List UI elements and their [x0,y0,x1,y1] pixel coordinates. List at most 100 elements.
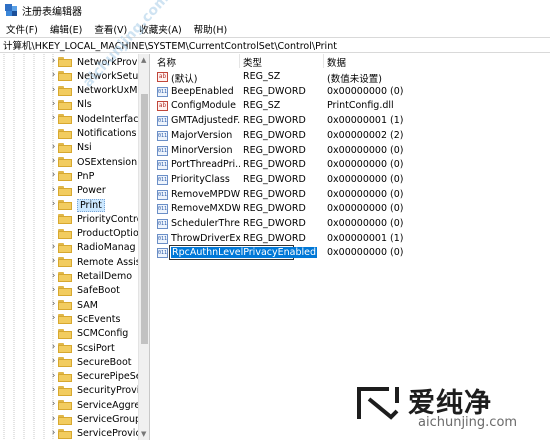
tree-item[interactable]: Print [58,198,144,212]
tree-expand-icon[interactable]: › [49,99,58,109]
value-data: 0x00000000 (0) [327,173,404,185]
value-row[interactable]: 011SchedulerThre...REG_DWORD 0x00000000 (… [151,217,550,232]
tree-expand-icon[interactable]: › [49,428,58,438]
value-row[interactable]: 011 RpcAuthnLevelPrivacyEnabled 0x00000000… [151,245,550,261]
value-name: RemoveMPDW [171,188,240,200]
tree-item[interactable]: SecurePipeSe [58,370,144,384]
tree-item[interactable]: ServiceAggre [58,398,144,412]
title-bar: 注册表编辑器 [0,0,550,20]
value-type: REG_DWORD [243,115,306,127]
tree-expand-icon[interactable]: › [49,142,58,152]
tree-item[interactable]: PnP [58,169,144,183]
binary-value-icon: 011 [157,116,168,127]
tree-item[interactable]: Notifications [58,127,144,141]
value-name: MinorVersion [171,144,233,156]
tree-expand-icon[interactable]: › [49,343,58,352]
tree-expand-icon[interactable]: › [49,271,58,281]
tree-item-label: ServiceProvic [77,428,141,440]
tree-item-label: SCMConfig [77,328,129,340]
tree-expand-icon[interactable]: › [49,114,58,123]
tree-item-label: SAM [77,299,98,311]
value-type: REG_DWORD [243,218,306,229]
tree-item[interactable]: RetailDemo [58,270,144,284]
tree-expand-icon[interactable]: › [49,357,58,366]
tree-item[interactable]: ScEvents [58,312,144,326]
tree-expand-icon[interactable]: › [49,400,58,409]
value-row[interactable]: ab (默认) REG_SZ (数值未设置) [151,70,550,85]
scroll-up-icon[interactable]: ▲ [141,56,146,64]
tree-expand-icon[interactable]: › [49,314,58,323]
tree-item-label: RadioManag [77,242,136,254]
folder-icon [58,414,72,425]
tree-item[interactable]: ScsiPort [58,341,144,355]
tree-expand-icon[interactable]: › [49,157,58,166]
tree-item[interactable]: SecureBoot [58,355,144,369]
rename-input[interactable]: RpcAuthnLevelPrivacyEnabled [169,245,318,261]
value-row[interactable]: 011 GMTAdjustedF... REG_DWORD 0x00000001 (1… [151,114,550,129]
tree-item[interactable]: Nsi [58,141,144,155]
column-name-header[interactable]: 名称 [157,55,176,69]
tree-expand-icon[interactable]: › [49,414,58,424]
tree-item[interactable]: Nls [58,98,144,112]
tree-expand-icon[interactable]: › [49,385,58,395]
tree-item[interactable]: ServiceProvic [58,427,144,440]
tree-expand-icon[interactable]: › [49,285,58,295]
tree-item[interactable]: SCMConfig [58,327,144,341]
tree-item-label: SecureBoot [77,356,132,368]
value-row[interactable]: 011 BeepEnabled REG_DWORD 0x00000000 (0) [151,85,550,100]
tree-expand-icon[interactable]: › [49,371,58,381]
value-type: REG_DWORD [243,129,306,141]
value-row[interactable]: 011 MinorVersion REG_DWORD 0x00000000 (0) [151,144,550,159]
value-row[interactable]: 011 RemoveMPDW REG_DWORD 0x00000000 (0) [151,188,550,203]
menu-file[interactable]: 文件(F) [0,22,44,36]
tree-scrollbar[interactable]: ▲ ▼ [138,54,149,440]
tree-expand-icon[interactable]: › [49,171,58,180]
scroll-down-icon[interactable]: ▼ [141,430,146,438]
tree-expand-icon[interactable]: › [49,71,58,80]
tree-item[interactable]: NetworkUxM [58,84,144,98]
scrollbar-thumb[interactable] [141,94,148,344]
value-name: ConfigModule [171,100,237,112]
value-row[interactable]: 011 MajorVersion REG_DWORD 0x00000002 (2) [151,129,550,144]
menu-help[interactable]: 帮助(H) [188,22,234,36]
column-divider[interactable] [323,54,324,68]
binary-value-icon: 011 [157,145,168,156]
binary-value-icon: 011 [157,248,168,259]
tree-expand-icon[interactable]: › [49,200,58,209]
column-divider[interactable] [239,54,240,68]
tree-item-label: ServiceAggre [77,399,141,411]
value-row[interactable]: ab ConfigModule REG_SZ PrintConfig.dll [151,99,550,114]
tree-item[interactable]: SAM [58,298,144,312]
tree-expand-icon[interactable]: › [49,257,58,266]
value-row[interactable]: 011 RemoveMXDW REG_DWORD 0x00000000 (0) [151,202,550,217]
tree-expand-icon[interactable]: › [49,185,58,195]
value-name: PriorityClass [171,173,230,185]
folder-icon [58,228,72,239]
tree-item[interactable]: Power [58,184,144,198]
tree-item[interactable]: ProductOptio [58,227,144,241]
tree-item[interactable]: OSExtensionI [58,155,144,169]
binary-value-icon: 011 [157,130,168,141]
tree-item[interactable]: PriorityContro [58,212,144,226]
tree-item[interactable]: SafeBoot [58,284,144,298]
tree-item[interactable]: RadioManag [58,241,144,255]
tree-expand-icon[interactable]: › [49,85,58,95]
tree-item[interactable]: ServiceGroup [58,413,144,427]
value-row[interactable]: 011 PriorityClass REG_DWORD 0x00000000 (0) [151,173,550,188]
tree-item[interactable]: NodeInterfac [58,112,144,126]
column-type-header[interactable]: 类型 [243,55,262,69]
value-row[interactable]: 011ThrowDriverEx...REG_DWORD 0x00000001 (… [151,232,550,247]
address-bar[interactable]: 计算机\HKEY_LOCAL_MACHINE\SYSTEM\CurrentCon… [0,37,550,53]
tree-item[interactable]: Remote Assis [58,255,144,269]
menu-edit[interactable]: 编辑(E) [44,22,88,36]
tree-expand-icon[interactable]: › [49,300,58,309]
value-row[interactable]: 011 PortThreadPri... REG_DWORD 0x00000000 (… [151,158,550,173]
tree-item[interactable]: SecurityProvi [58,384,144,398]
column-data-header[interactable]: 数据 [327,55,346,69]
tree-expand-icon[interactable]: › [49,57,58,66]
folder-icon [58,200,72,210]
tree-expand-icon[interactable]: › [49,242,58,252]
value-type: REG_SZ [243,71,281,82]
value-name: RemoveMXDW [171,203,240,215]
folder-icon [58,171,72,182]
